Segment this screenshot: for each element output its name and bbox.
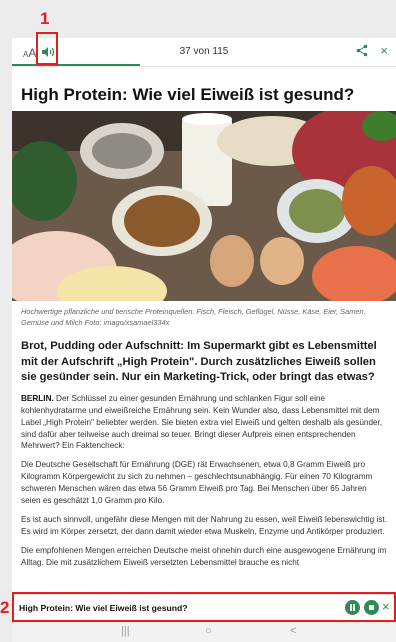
- article-title: High Protein: Wie viel Eiweiß ist gesund…: [21, 85, 355, 104]
- annotation-marker-2: 2: [0, 598, 10, 617]
- protein-foods-image: [12, 111, 396, 302]
- recent-apps-button[interactable]: |||: [121, 625, 130, 637]
- close-icon[interactable]: ×: [380, 43, 388, 58]
- article-counter: 37 von 115: [179, 46, 229, 57]
- annotation-box-2: [12, 592, 396, 622]
- article-paragraph: BERLIN. Der Schlüssel zu einer gesunden …: [21, 393, 387, 452]
- article-paragraph: Es ist auch sinnvoll, ungefähr diese Men…: [21, 514, 387, 536]
- dateline: BERLIN.: [21, 393, 54, 403]
- article-paragraph: Die Deutsche Gesellschaft für Ernährung …: [21, 460, 373, 505]
- tab-underline: [12, 64, 140, 66]
- article-toolbar: AA 37 von 115 ×: [12, 38, 396, 67]
- article-lead: Brot, Pudding oder Aufschnitt: Im Superm…: [21, 339, 377, 384]
- annotation-marker-1: 1: [40, 9, 50, 28]
- home-button[interactable]: ○: [205, 625, 212, 637]
- back-button[interactable]: <: [290, 625, 296, 637]
- article-paragraph: Die empfohlenen Mengen erreichen Deutsch…: [21, 545, 387, 567]
- paragraph-text: Der Schlüssel zu einer gesunden Ernährun…: [21, 393, 383, 451]
- image-caption: Hochwertige pflanzliche und tierische Pr…: [21, 307, 366, 328]
- annotation-box-1: [36, 32, 58, 65]
- share-icon[interactable]: [356, 44, 368, 57]
- article-panel: AA 37 von 115 × High Protein: Wie viel E…: [12, 38, 396, 620]
- system-navigation-bar: ||| ○ <: [12, 623, 396, 642]
